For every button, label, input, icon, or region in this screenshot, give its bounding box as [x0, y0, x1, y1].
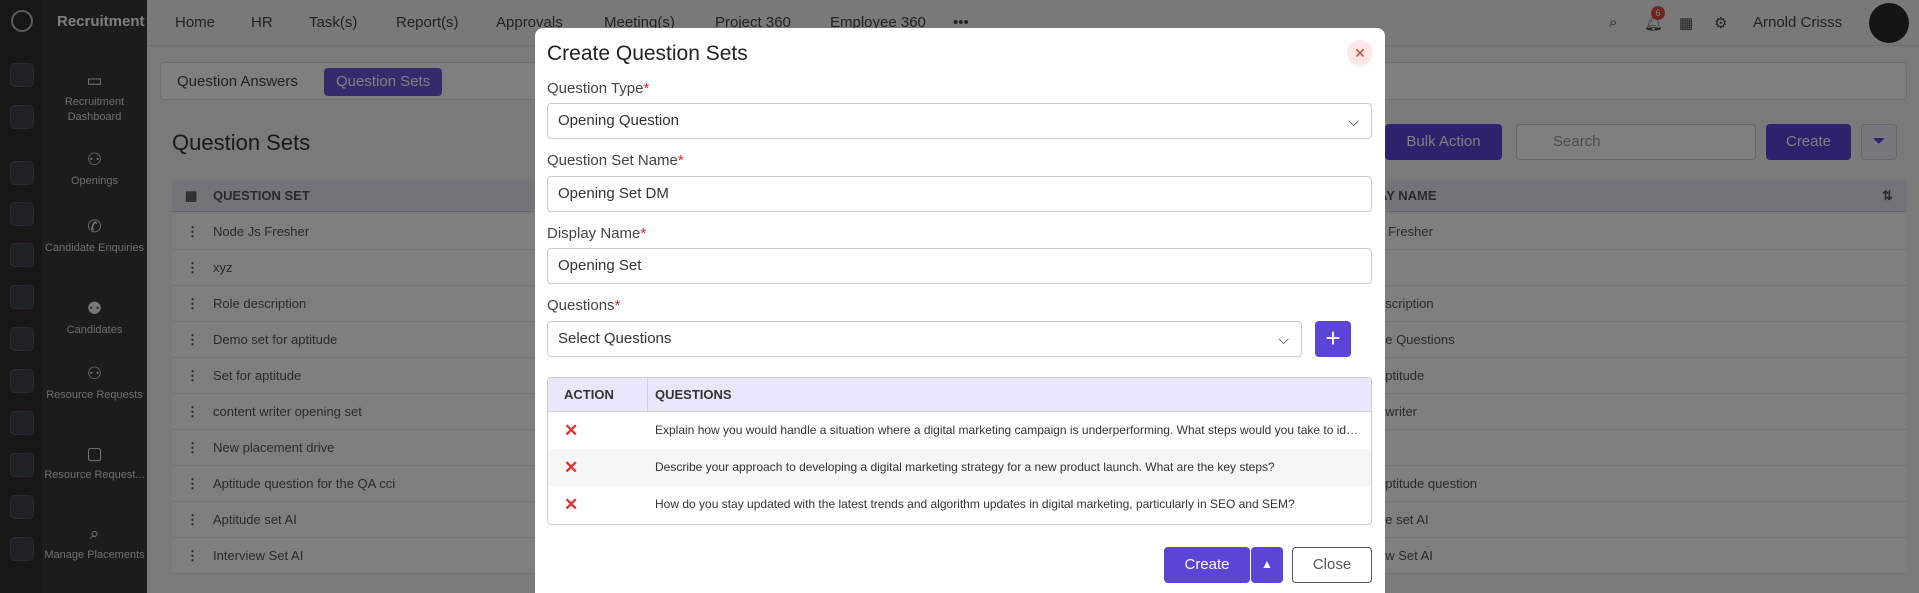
col-questions: QUESTIONS — [655, 387, 732, 402]
remove-question-icon[interactable]: ✕ — [564, 412, 578, 449]
questions-label: Questions* — [547, 297, 621, 314]
question-type-select[interactable]: Opening Question ⌵ — [547, 103, 1372, 139]
modal-title: Create Question Sets — [547, 42, 748, 65]
question-row: ✕ Explain how you would handle a situati… — [548, 412, 1371, 449]
questions-table: ACTION QUESTIONS ✕ Explain how you would… — [547, 377, 1372, 525]
remove-question-icon[interactable]: ✕ — [564, 486, 578, 523]
question-row: ✕ How do you stay updated with the lates… — [548, 486, 1371, 523]
create-question-sets-modal: Create Question Sets ✕ Question Type* Op… — [535, 28, 1385, 593]
display-name-input[interactable]: Opening Set — [547, 248, 1372, 284]
col-action: ACTION — [564, 387, 614, 402]
caret-up-icon: ▲ — [1261, 557, 1273, 571]
question-set-name-label: Question Set Name* — [547, 152, 684, 169]
add-question-button[interactable]: + — [1315, 321, 1351, 357]
questions-table-header: ACTION QUESTIONS — [548, 378, 1371, 412]
question-type-label: Question Type* — [547, 80, 650, 97]
close-button[interactable]: Close — [1292, 547, 1372, 583]
remove-question-icon[interactable]: ✕ — [564, 449, 578, 486]
create-options-button[interactable]: ▲ — [1251, 547, 1283, 583]
chevron-down-icon: ⌵ — [1348, 113, 1359, 129]
chevron-down-icon: ⌵ — [1278, 331, 1289, 347]
column-divider — [647, 378, 648, 412]
plus-icon: + — [1325, 323, 1341, 353]
create-button[interactable]: Create — [1164, 547, 1250, 583]
question-set-name-input[interactable]: Opening Set DM — [547, 176, 1372, 212]
display-name-label: Display Name* — [547, 225, 647, 242]
questions-select[interactable]: Select Questions ⌵ — [547, 321, 1302, 357]
question-row: ✕ Describe your approach to developing a… — [548, 449, 1371, 486]
close-icon[interactable]: ✕ — [1347, 40, 1373, 66]
